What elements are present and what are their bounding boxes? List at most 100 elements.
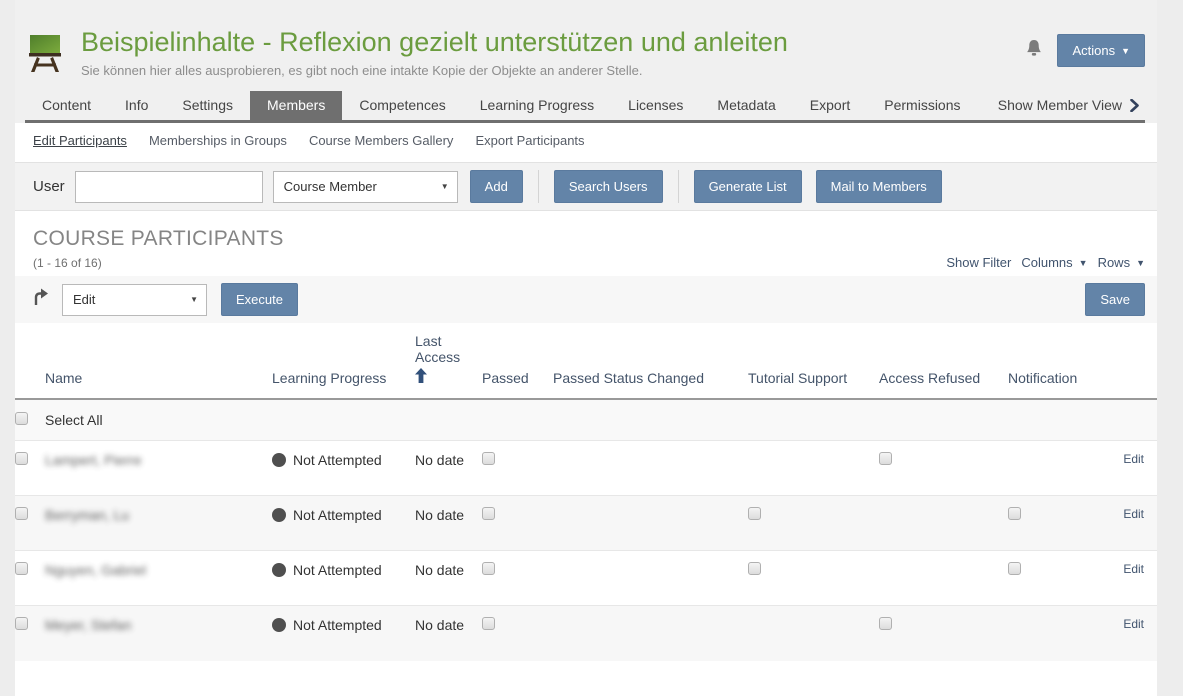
tab-members[interactable]: Members xyxy=(250,91,342,120)
tab-info[interactable]: Info xyxy=(108,91,165,120)
column-header-actions xyxy=(1108,323,1157,399)
row-checkbox[interactable] xyxy=(482,452,495,465)
passed-status-changed-value xyxy=(553,606,748,661)
add-button[interactable]: Add xyxy=(470,170,523,203)
row-checkbox[interactable] xyxy=(879,617,892,630)
select-all-checkbox[interactable] xyxy=(15,412,28,425)
row-checkbox[interactable] xyxy=(748,507,761,520)
save-button[interactable]: Save xyxy=(1085,283,1145,316)
tab-export[interactable]: Export xyxy=(793,91,867,120)
passed-status-changed-value xyxy=(553,551,748,606)
columns-dropdown-label: Columns xyxy=(1021,255,1072,270)
tab-permissions[interactable]: Permissions xyxy=(867,91,977,120)
last-access-value: No date xyxy=(415,606,482,661)
status-not-attempted-icon xyxy=(272,453,286,467)
participant-name: Nguyen, Gabriel xyxy=(45,562,146,578)
column-header-access-refused[interactable]: Access Refused xyxy=(879,323,1008,399)
subtab-course-members-gallery[interactable]: Course Members Gallery xyxy=(309,133,454,148)
tab-learning-progress[interactable]: Learning Progress xyxy=(463,91,611,120)
search-users-button[interactable]: Search Users xyxy=(554,170,663,203)
row-checkbox[interactable] xyxy=(482,507,495,520)
execute-button[interactable]: Execute xyxy=(221,283,298,316)
edit-participant-link[interactable]: Edit xyxy=(1108,562,1151,576)
learning-progress-status: Not Attempted xyxy=(293,507,382,523)
columns-dropdown[interactable]: Columns ▼ xyxy=(1021,255,1087,270)
column-header-passed[interactable]: Passed xyxy=(482,323,553,399)
select-all-label: Select All xyxy=(45,399,1157,441)
row-checkbox[interactable] xyxy=(1008,562,1021,575)
apply-to-selection-arrow-icon xyxy=(31,288,50,311)
edit-participant-link[interactable]: Edit xyxy=(1108,507,1151,521)
chevron-right-icon xyxy=(1130,99,1139,112)
generate-list-button[interactable]: Generate List xyxy=(694,170,802,203)
page-subtitle: Sie können hier alles ausprobieren, es g… xyxy=(81,63,1025,78)
column-header-name[interactable]: Name xyxy=(45,323,272,399)
row-checkbox[interactable] xyxy=(879,452,892,465)
tab-metadata[interactable]: Metadata xyxy=(700,91,792,120)
row-checkbox[interactable] xyxy=(748,562,761,575)
learning-progress-status: Not Attempted xyxy=(293,452,382,468)
select-row-checkbox[interactable] xyxy=(15,507,28,520)
page-container: Beispielinhalte - Reflexion gezielt unte… xyxy=(15,0,1157,696)
add-user-toolbar: User Course Member ▼ Add Search Users Ge… xyxy=(15,162,1157,211)
participant-row: Nguyen, Gabriel Not Attempted No date Edit xyxy=(15,551,1157,606)
participant-row: Berryman, LuNot AttemptedNo dateEdit xyxy=(15,496,1157,551)
column-header-learning-progress[interactable]: Learning Progress xyxy=(272,323,415,399)
subtab-bar: Edit Participants Memberships in Groups … xyxy=(15,123,1157,158)
mail-to-members-button[interactable]: Mail to Members xyxy=(816,170,942,203)
show-filter-link[interactable]: Show Filter xyxy=(946,255,1011,270)
subtab-memberships-in-groups[interactable]: Memberships in Groups xyxy=(149,133,287,148)
rows-dropdown[interactable]: Rows▼ xyxy=(1098,255,1145,270)
last-access-value: No date xyxy=(415,441,482,496)
bulk-action-select[interactable]: Edit ▼ xyxy=(62,284,207,316)
actions-button[interactable]: Actions▼ xyxy=(1057,34,1145,67)
page-title: Beispielinhalte - Reflexion gezielt unte… xyxy=(81,26,1025,60)
tab-settings[interactable]: Settings xyxy=(165,91,250,120)
status-not-attempted-icon xyxy=(272,508,286,522)
result-range-label: (1 - 16 of 16) xyxy=(33,256,102,270)
select-row-checkbox[interactable] xyxy=(15,562,28,575)
last-access-value: No date xyxy=(415,551,482,606)
table-header-row: Name Learning Progress Last Access Passe… xyxy=(15,323,1157,399)
learning-progress-status: Not Attempted xyxy=(293,617,382,633)
chevron-down-icon: ▼ xyxy=(1121,46,1130,56)
column-header-passed-status-changed[interactable]: Passed Status Changed xyxy=(553,323,748,399)
tab-content[interactable]: Content xyxy=(25,91,108,120)
select-all-row: Select All xyxy=(15,399,1157,441)
course-icon xyxy=(25,32,65,79)
row-checkbox[interactable] xyxy=(482,562,495,575)
role-select[interactable]: Course Member ▼ xyxy=(273,171,458,203)
tab-licenses[interactable]: Licenses xyxy=(611,91,700,120)
section-title: COURSE PARTICIPANTS xyxy=(33,227,1145,251)
edit-participant-link[interactable]: Edit xyxy=(1108,452,1151,466)
select-row-checkbox[interactable] xyxy=(15,452,28,465)
participant-row: Lampert, PierreNot AttemptedNo dateEdit xyxy=(15,441,1157,496)
participant-row: Meyer, StefanNot AttemptedNo dateEdit xyxy=(15,606,1157,661)
notification-bell-icon[interactable] xyxy=(1025,39,1043,63)
user-search-input[interactable] xyxy=(75,171,263,203)
last-access-value: No date xyxy=(415,496,482,551)
sort-ascending-icon[interactable] xyxy=(415,368,476,386)
row-checkbox[interactable] xyxy=(1008,507,1021,520)
chevron-down-icon: ▼ xyxy=(1079,258,1088,268)
select-row-checkbox[interactable] xyxy=(15,617,28,630)
column-header-tutorial-support[interactable]: Tutorial Support xyxy=(748,323,879,399)
tab-bar: Content Info Settings Members Competence… xyxy=(25,91,1145,123)
row-checkbox[interactable] xyxy=(482,617,495,630)
edit-participant-link[interactable]: Edit xyxy=(1108,617,1151,631)
toolbar-separator xyxy=(538,170,539,203)
tab-competences[interactable]: Competences xyxy=(342,91,462,120)
column-header-notification[interactable]: Notification xyxy=(1008,323,1108,399)
passed-status-changed-value xyxy=(553,496,748,551)
user-label: User xyxy=(33,178,65,195)
subtab-export-participants[interactable]: Export Participants xyxy=(475,133,584,148)
status-not-attempted-icon xyxy=(272,618,286,632)
subtab-edit-participants[interactable]: Edit Participants xyxy=(33,133,127,148)
show-member-view-link[interactable]: Show Member View xyxy=(992,91,1145,120)
select-caret-icon: ▼ xyxy=(441,182,449,191)
rows-dropdown-label: Rows xyxy=(1098,255,1131,270)
toolbar-separator xyxy=(678,170,679,203)
select-caret-icon: ▼ xyxy=(190,295,198,304)
column-header-last-access[interactable]: Last Access xyxy=(415,323,482,399)
learning-progress-status: Not Attempted xyxy=(293,562,382,578)
